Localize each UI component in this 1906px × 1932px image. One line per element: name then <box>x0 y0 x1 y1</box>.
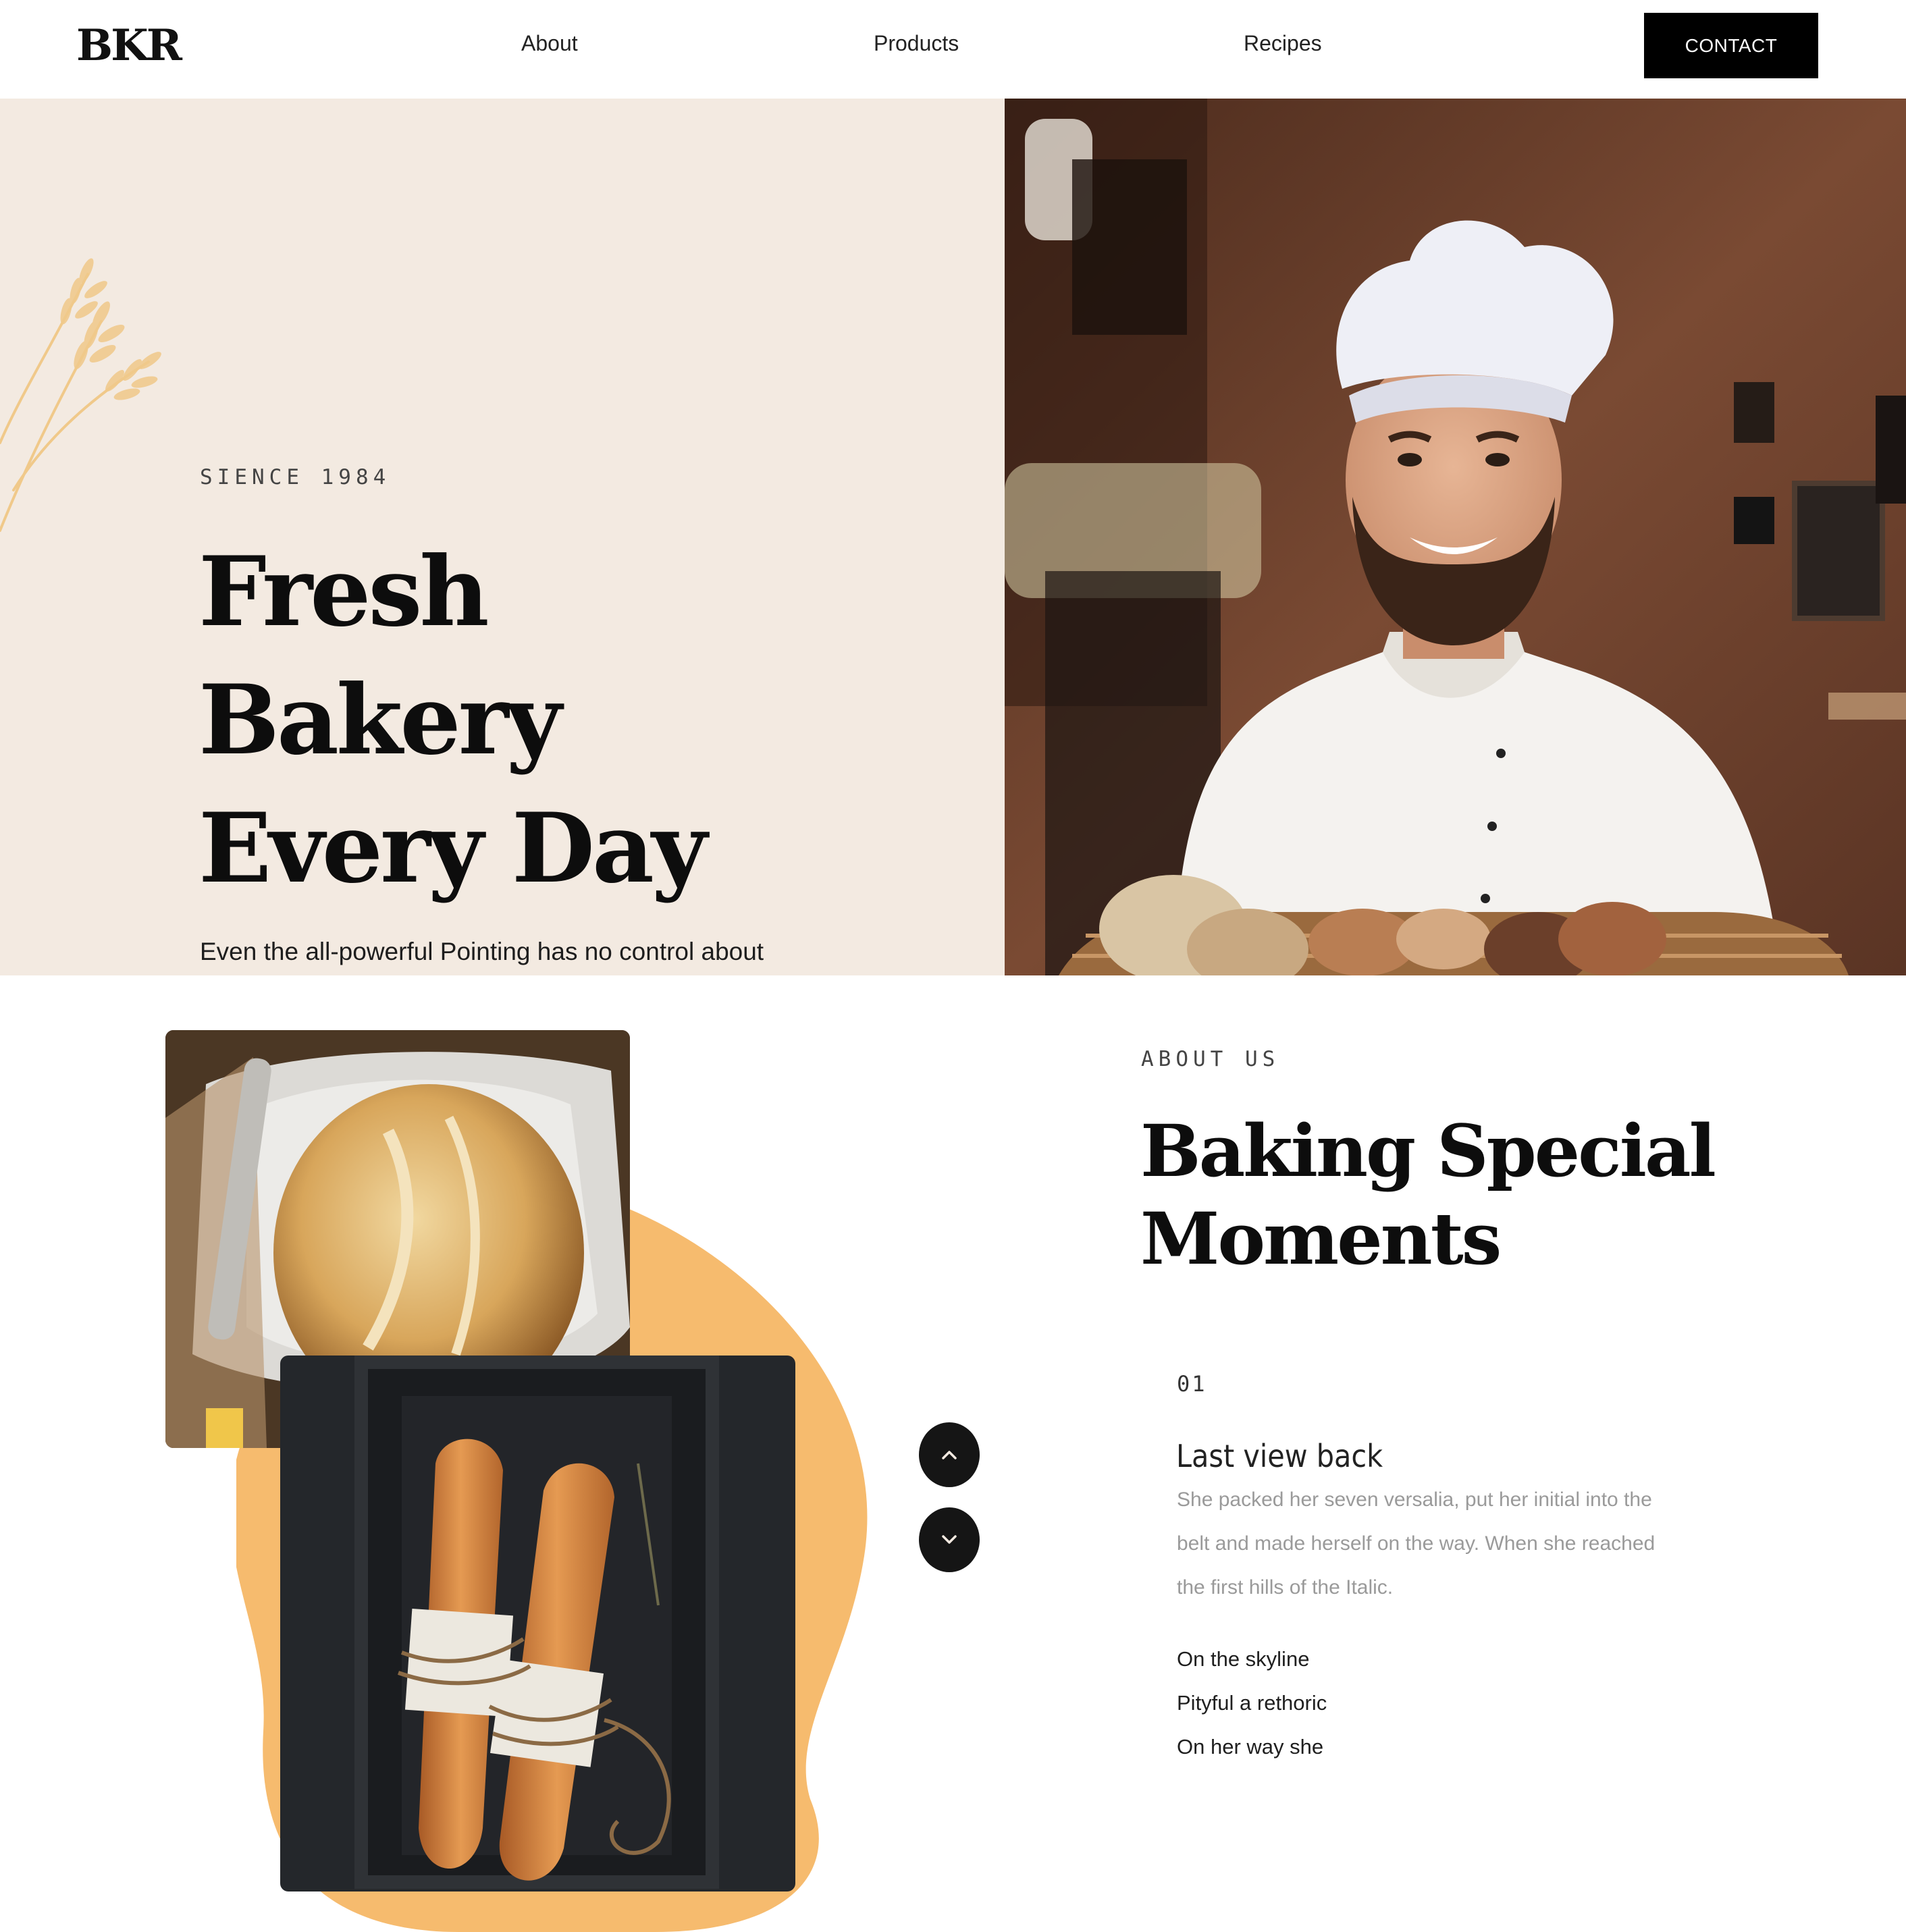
nav-link-about[interactable]: About <box>521 30 578 57</box>
about-title-line: Baking Special <box>1140 1108 1716 1193</box>
nav-link-recipes[interactable]: Recipes <box>1244 30 1322 57</box>
hero-title-line: Every Day <box>198 793 708 905</box>
brand-logo[interactable]: BKR <box>76 20 182 72</box>
list-item: On the skyline <box>1177 1647 1310 1671</box>
list-item: On her way she <box>1177 1735 1324 1759</box>
nav-link-products[interactable]: Products <box>874 30 959 57</box>
contact-button[interactable]: CONTACT <box>1644 13 1818 78</box>
slider-down-button[interactable] <box>919 1507 980 1572</box>
hero-title: Fresh Bakery Every Day <box>198 528 708 913</box>
chevron-up-icon <box>942 1451 957 1459</box>
hero-title-line: Fresh <box>198 536 489 648</box>
item-number: 01 <box>1177 1371 1207 1397</box>
item-title: Last view back <box>1176 1438 1383 1474</box>
chevron-down-icon <box>942 1535 957 1544</box>
hero-description: Even the all-powerful Pointing has no co… <box>200 938 764 965</box>
hero-title-line: Bakery <box>198 664 562 776</box>
chef-photo <box>1005 99 1906 975</box>
hero-section: SIENCE 1984 Fresh Bakery Every Day Even … <box>0 99 1005 975</box>
site-header: BKR About Products Recipes CONTACT <box>0 0 1906 99</box>
item-list: On the skyline Pityful a rethoric On her… <box>1177 1637 1327 1769</box>
about-eyebrow: ABOUT US <box>1141 1047 1280 1071</box>
about-title: Baking Special Moments <box>1140 1107 1716 1283</box>
list-item: Pityful a rethoric <box>1177 1691 1327 1715</box>
item-description: She packed her seven versalia, put her i… <box>1177 1488 1656 1599</box>
about-title-line: Moments <box>1140 1196 1502 1281</box>
hero-eyebrow: SIENCE 1984 <box>200 465 391 489</box>
wheat-illustration <box>0 258 161 532</box>
slider-up-button[interactable] <box>919 1422 980 1487</box>
baguettes-photo <box>280 1356 795 1891</box>
